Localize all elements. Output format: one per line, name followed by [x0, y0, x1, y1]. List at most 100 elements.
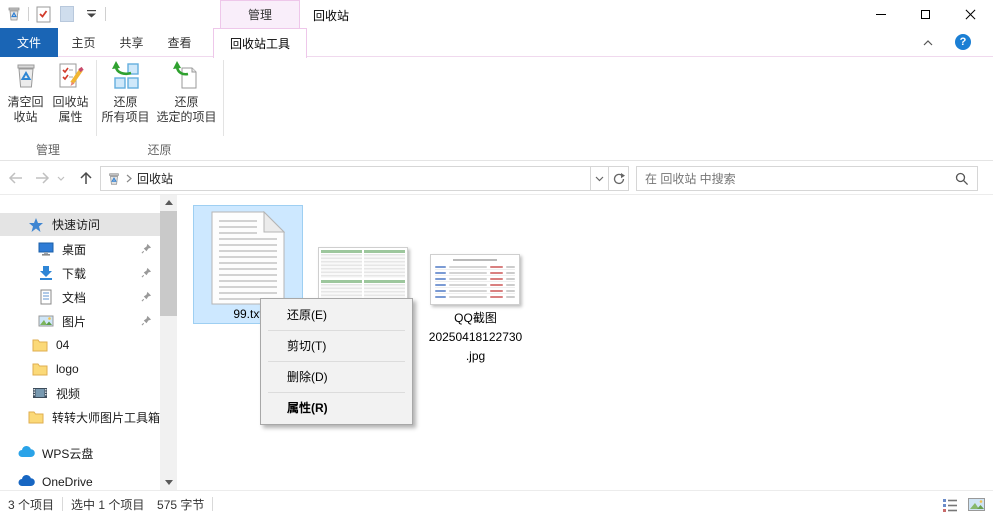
- recycle-bin-properties-button[interactable]: 回收站 属性: [48, 61, 93, 125]
- context-menu-item-restore[interactable]: 还原(E): [261, 301, 412, 329]
- thumbnail-view-icon: [968, 498, 985, 511]
- sidebar-item-quick-access[interactable]: 快速访问: [0, 213, 160, 236]
- history-dropdown-button[interactable]: [55, 169, 67, 187]
- address-dropdown-button[interactable]: [590, 167, 608, 190]
- file-label-qq-screenshot: QQ截图 20250418122730 .jpg: [418, 309, 533, 366]
- tab-view[interactable]: 查看: [156, 28, 203, 57]
- scrollbar-up-arrow[interactable]: [160, 195, 177, 210]
- ribbon-group-separator: [223, 60, 224, 136]
- scrollbar-down-arrow[interactable]: [160, 475, 177, 490]
- qat-new-item-icon[interactable]: [57, 4, 77, 24]
- desktop-icon: [38, 241, 54, 257]
- chevron-down-icon: [57, 176, 65, 181]
- pictures-icon: [38, 313, 54, 329]
- tab-home[interactable]: 主页: [60, 28, 107, 57]
- context-menu-separator: [268, 330, 405, 331]
- sidebar-item-label: 视频: [56, 385, 80, 402]
- window-title: 回收站: [313, 7, 349, 24]
- sidebar-item-documents[interactable]: 文档: [0, 286, 160, 308]
- restore-selected-items-icon: [172, 61, 202, 91]
- tab-recycle-bin-tools[interactable]: 回收站工具: [213, 28, 307, 58]
- recycle-bin-icon: [107, 172, 121, 186]
- sidebar-item-label: OneDrive: [42, 475, 93, 489]
- sidebar-item-label: WPS云盘: [42, 445, 93, 462]
- recycle-bin-properties-icon: [56, 61, 86, 91]
- tab-file[interactable]: 文件: [0, 28, 58, 57]
- sidebar-item-pictures[interactable]: 图片: [0, 310, 160, 332]
- breadcrumb-chevron-icon: [126, 174, 132, 183]
- pin-icon: [141, 267, 152, 281]
- contextual-tab-group-label: 管理: [220, 0, 300, 28]
- breadcrumb-location[interactable]: 回收站: [137, 170, 173, 187]
- sidebar-item-downloads[interactable]: 下载: [0, 262, 160, 284]
- details-view-button[interactable]: [941, 497, 959, 512]
- restore-all-items-icon: [111, 61, 141, 91]
- sidebar-item-label: 快速访问: [52, 216, 100, 233]
- sidebar-item-label: 桌面: [62, 241, 86, 258]
- spreadsheet-thumbnail-quadrant: [321, 250, 362, 278]
- wps-cloud-icon: [18, 445, 34, 461]
- sidebar-scrollbar[interactable]: [160, 195, 177, 490]
- sidebar-item-04[interactable]: 04: [0, 334, 160, 356]
- maximize-button[interactable]: [903, 0, 948, 28]
- file-item-qq-screenshot[interactable]: [430, 254, 520, 305]
- restore-selected-items-button[interactable]: 还原 选定的项目: [152, 61, 221, 125]
- pin-icon: [141, 315, 152, 329]
- sidebar-item-label: 文档: [62, 289, 86, 306]
- context-menu-separator: [268, 361, 405, 362]
- collapse-ribbon-button[interactable]: [921, 37, 935, 49]
- tab-share[interactable]: 共享: [108, 28, 155, 57]
- ribbon: 清空回 收站 回收站 属性 还原 所有项目 还原 选定的项目 管理 还原: [0, 57, 993, 161]
- qat-separator: [28, 7, 29, 21]
- item-count: 3 个项目: [0, 496, 62, 513]
- details-view-icon: [943, 498, 957, 512]
- folder-icon: [32, 361, 48, 377]
- empty-recycle-bin-button[interactable]: 清空回 收站: [3, 61, 48, 125]
- table-thumbnail-title: [453, 259, 497, 261]
- scrollbar-thumb[interactable]: [160, 211, 177, 316]
- breadcrumb[interactable]: 回收站: [101, 170, 590, 187]
- sidebar-item-label: 04: [56, 338, 69, 352]
- search-box[interactable]: 在 回收站 中搜索: [636, 166, 978, 191]
- address-bar[interactable]: 回收站: [100, 166, 629, 191]
- up-button[interactable]: [76, 169, 96, 187]
- context-menu-item-delete[interactable]: 删除(D): [261, 363, 412, 391]
- sidebar-item-logo[interactable]: logo: [0, 358, 160, 380]
- help-button[interactable]: ?: [955, 34, 971, 50]
- minimize-icon: [876, 14, 886, 15]
- navigation-bar: 回收站 在 回收站 中搜索: [0, 161, 993, 195]
- sidebar-item-desktop[interactable]: 桌面: [0, 238, 160, 260]
- spreadsheet-thumbnail-quadrant: [364, 250, 405, 278]
- explorer-window: 管理 回收站 文件 主页 共享 查看 回收站工具 ? 清空回 收站: [0, 0, 993, 517]
- restore-all-items-button[interactable]: 还原 所有项目: [99, 61, 152, 125]
- close-button[interactable]: [948, 0, 993, 28]
- search-placeholder: 在 回收站 中搜索: [645, 170, 955, 187]
- forward-button[interactable]: [32, 169, 52, 187]
- sidebar-item-videos[interactable]: 视频: [0, 382, 160, 404]
- titlebar: 管理 回收站: [0, 0, 993, 28]
- ribbon-group-separator: [96, 60, 97, 136]
- large-icons-view-button[interactable]: [967, 497, 985, 512]
- search-icon[interactable]: [955, 172, 969, 186]
- qat-customize-dropdown-icon[interactable]: [81, 4, 101, 24]
- back-button[interactable]: [6, 169, 26, 187]
- status-divider: [212, 497, 213, 511]
- folder-icon: [32, 337, 48, 353]
- sidebar-item-wps-cloud[interactable]: WPS云盘: [0, 441, 160, 465]
- downloads-icon: [38, 265, 54, 281]
- context-menu-item-properties[interactable]: 属性(R): [261, 394, 412, 422]
- empty-recycle-bin-label: 清空回: [3, 95, 48, 110]
- selection-size: 575 字节: [157, 498, 204, 512]
- forward-arrow-icon: [33, 170, 51, 186]
- sidebar-item-zhuanzhuan-toolbox[interactable]: 转转大师图片工具箱: [0, 406, 160, 428]
- qat-properties-icon[interactable]: [33, 4, 53, 24]
- context-menu-separator: [268, 392, 405, 393]
- video-icon: [32, 385, 48, 401]
- ribbon-group-manage: 管理: [0, 141, 96, 158]
- onedrive-cloud-icon: [18, 474, 34, 490]
- context-menu-item-cut[interactable]: 剪切(T): [261, 332, 412, 360]
- refresh-button[interactable]: [608, 167, 628, 190]
- minimize-button[interactable]: [858, 0, 903, 28]
- chevron-up-icon: [923, 40, 933, 46]
- navigation-pane: 快速访问 桌面 下载 文档: [0, 195, 160, 490]
